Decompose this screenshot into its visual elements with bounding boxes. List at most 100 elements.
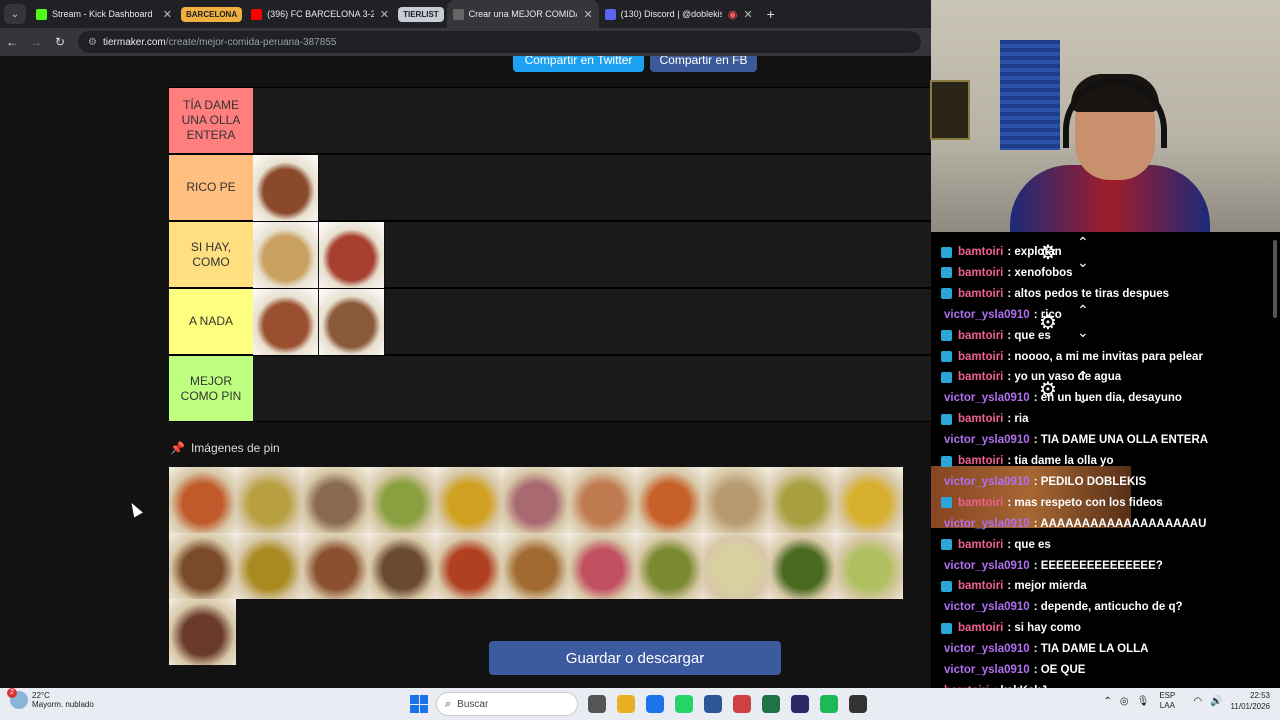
gear-icon[interactable]: ⚙ [1039, 310, 1057, 335]
wifi-icon[interactable]: ◠ [1193, 696, 1202, 707]
forward-icon[interactable]: → [24, 35, 48, 49]
food-image[interactable] [769, 467, 836, 533]
chat-username[interactable]: victor_ysla0910 [944, 664, 1030, 676]
taskbar-search[interactable]: ⌕ Buscar [436, 692, 578, 716]
chat-username[interactable]: bamtoiri [958, 371, 1003, 383]
chat-username[interactable]: bamtoiri [958, 288, 1003, 300]
food-image[interactable] [319, 222, 385, 288]
chat-username[interactable]: bamtoiri [958, 455, 1003, 467]
tier-label[interactable]: MEJOR COMO PIN [169, 356, 253, 421]
food-image[interactable] [702, 533, 770, 599]
language-indicator[interactable]: ESP LAA [1159, 691, 1175, 711]
food-image[interactable] [319, 289, 385, 355]
new-tab-icon[interactable]: + [767, 6, 775, 22]
url-field[interactable]: ⚙ tiermaker.com /create/mejor-comida-per… [78, 31, 921, 53]
tab-youtube[interactable]: (396) FC BARCELONA 3-2 REAL ✕ [245, 0, 395, 28]
chat-username[interactable]: bamtoiri [958, 580, 1003, 592]
chevron-up-icon[interactable]: ⌃ [1077, 302, 1089, 319]
chevron-up-icon[interactable]: ⌃ [1104, 696, 1112, 707]
food-image[interactable] [235, 533, 303, 599]
windows-start-icon[interactable] [410, 695, 428, 713]
food-image[interactable] [569, 533, 636, 599]
food-image[interactable] [369, 533, 436, 599]
chat-username[interactable]: bamtoiri [958, 351, 1003, 363]
close-icon[interactable]: ✕ [737, 8, 752, 21]
tier-label[interactable]: TÍA DAME UNA OLLA ENTERA [169, 88, 253, 153]
gear-icon[interactable]: ⚙ [1039, 377, 1057, 402]
spotify-icon[interactable] [820, 695, 838, 713]
tab-group-barcelona[interactable]: BARCELONA [181, 6, 243, 22]
food-image[interactable] [169, 533, 236, 599]
save-download-button[interactable]: Guardar o descargar [489, 641, 781, 675]
word-icon[interactable] [704, 695, 722, 713]
tier-label[interactable]: RICO PE [169, 155, 253, 220]
chat-username[interactable]: bamtoiri [958, 246, 1003, 258]
app-icon[interactable] [733, 695, 751, 713]
tab-search-icon[interactable]: ⌄ [4, 4, 26, 24]
tier-label[interactable]: SI HAY, COMO [169, 222, 253, 287]
file-explorer-icon[interactable] [617, 695, 635, 713]
chat-username[interactable]: bamtoiri [958, 497, 1003, 509]
chat-username[interactable]: bamtoiri [958, 267, 1003, 279]
tier-label[interactable]: A NADA [169, 289, 253, 354]
food-image[interactable] [169, 599, 236, 665]
excel-icon[interactable] [762, 695, 780, 713]
share-fb-button[interactable]: Compartir en FB [650, 56, 757, 72]
food-image[interactable] [502, 533, 570, 599]
food-image[interactable] [835, 467, 903, 533]
site-info-icon[interactable]: ⚙ [88, 37, 97, 48]
food-image[interactable] [435, 533, 503, 599]
chevron-down-icon[interactable]: ⌄ [1077, 324, 1089, 341]
food-image[interactable] [253, 222, 319, 288]
tab-kick-dashboard[interactable]: Stream - Kick Dashboard ✕ [30, 0, 178, 28]
food-image[interactable] [635, 533, 703, 599]
food-image[interactable] [435, 467, 503, 533]
food-image[interactable] [253, 289, 319, 355]
chat-username[interactable]: bamtoiri [958, 622, 1003, 634]
chat-username[interactable]: victor_ysla0910 [944, 601, 1030, 613]
food-image[interactable] [302, 467, 370, 533]
chat-username[interactable]: victor_ysla0910 [944, 434, 1030, 446]
obs-icon[interactable] [849, 695, 867, 713]
chrome-icon[interactable] [646, 695, 664, 713]
food-image[interactable] [169, 467, 236, 533]
chat-username[interactable]: victor_ysla0910 [944, 560, 1030, 572]
close-icon[interactable]: ✕ [374, 8, 389, 21]
close-icon[interactable]: ✕ [577, 8, 592, 21]
whatsapp-icon[interactable] [675, 695, 693, 713]
food-image[interactable] [702, 467, 770, 533]
food-image[interactable] [253, 155, 319, 221]
chat-username[interactable]: bamtoiri [958, 413, 1003, 425]
food-image[interactable] [302, 533, 370, 599]
task-view-icon[interactable] [588, 695, 606, 713]
chat-username[interactable]: victor_ysla0910 [944, 476, 1030, 488]
chat-username[interactable]: bamtoiri [958, 330, 1003, 342]
clock[interactable]: 22:53 11/01/2026 [1231, 690, 1270, 712]
weather-widget[interactable]: 2 22°C Mayorm. nublado [7, 688, 94, 709]
tab-group-tierlist[interactable]: TIERLIST [398, 6, 444, 22]
chat-username[interactable]: victor_ysla0910 [944, 643, 1030, 655]
food-image[interactable] [369, 467, 436, 533]
chevron-up-icon[interactable]: ⌃ [1077, 234, 1089, 251]
chat-username[interactable]: victor_ysla0910 [944, 392, 1030, 404]
food-image[interactable] [769, 533, 836, 599]
chat-scrollbar[interactable] [1273, 240, 1277, 318]
gear-icon[interactable]: ⚙ [1039, 240, 1057, 265]
premiere-icon[interactable] [791, 695, 809, 713]
food-image[interactable] [569, 467, 636, 533]
tab-discord[interactable]: (130) Discord | @doblekis. ◉ ✕ [599, 0, 759, 28]
chevron-down-icon[interactable]: ⌄ [1077, 390, 1089, 407]
chat-username[interactable]: victor_ysla0910 [944, 518, 1030, 530]
chevron-down-icon[interactable]: ⌄ [1077, 254, 1089, 271]
tab-tiermaker[interactable]: Crear una MEJOR COMIDA PER ✕ [446, 0, 599, 28]
reload-icon[interactable]: ↻ [48, 35, 72, 49]
food-image[interactable] [635, 467, 703, 533]
volume-icon[interactable]: 🔊 [1210, 696, 1222, 707]
food-image[interactable] [502, 467, 570, 533]
share-twitter-button[interactable]: Compartir en Twitter [513, 56, 644, 72]
chat-username[interactable]: victor_ysla0910 [944, 309, 1030, 321]
network-icon[interactable]: ◎ [1120, 696, 1129, 707]
microphone-icon[interactable]: 🎙 [1137, 696, 1150, 707]
close-icon[interactable]: ✕ [157, 8, 172, 21]
food-image[interactable] [835, 533, 903, 599]
